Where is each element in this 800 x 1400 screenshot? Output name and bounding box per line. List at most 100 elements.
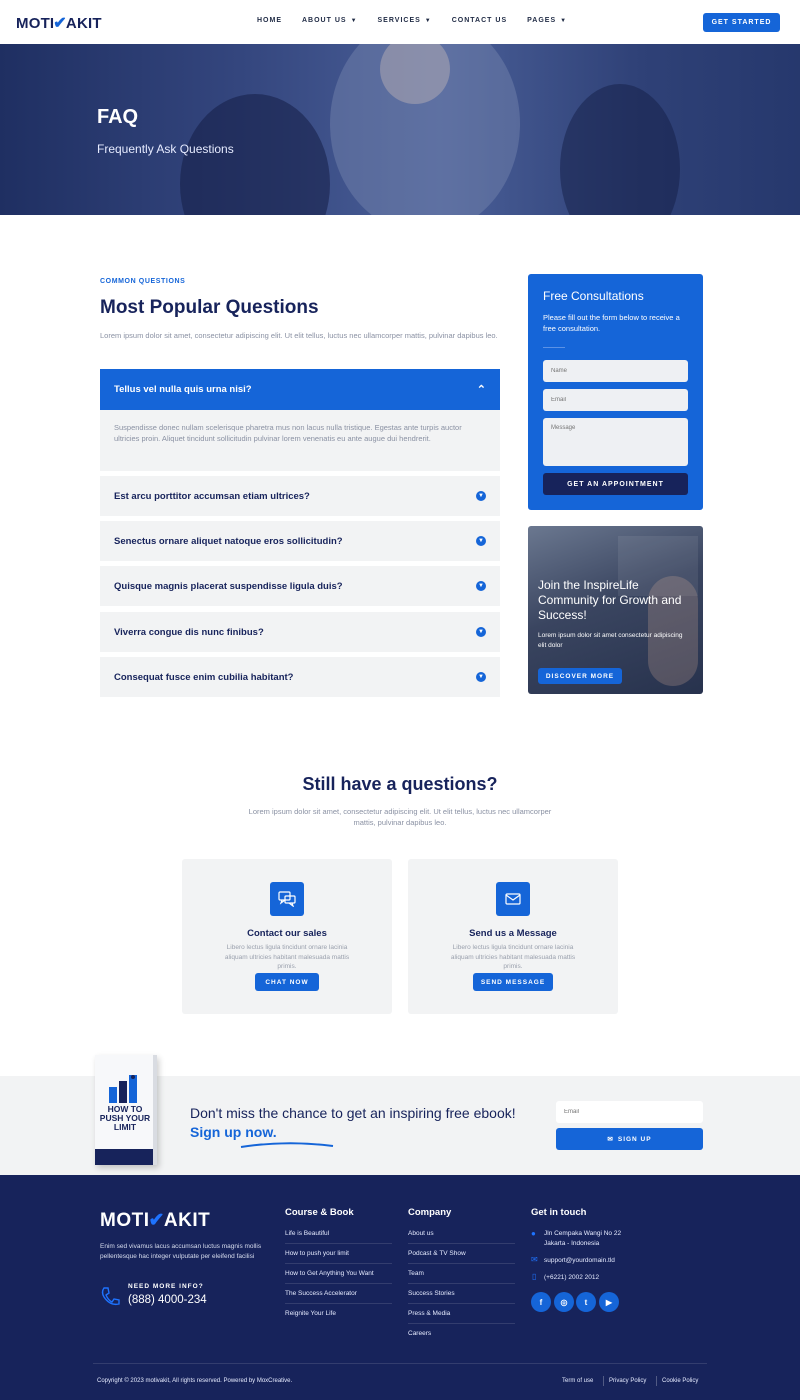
menu-item-services[interactable]: SERVICES ▼	[378, 17, 432, 24]
footer-link[interactable]: Team	[408, 1270, 424, 1277]
chevron-down-icon: ▼	[476, 581, 486, 591]
twitter-icon[interactable]: t	[576, 1292, 596, 1312]
message-field[interactable]	[543, 418, 688, 466]
community-card: Join the InspireLife Community for Growt…	[528, 526, 703, 694]
address-line-2: Jakarta - Indonesia	[544, 1239, 600, 1247]
footer-link[interactable]: The Success Accelerator	[285, 1290, 357, 1297]
hero-title: FAQ	[97, 106, 139, 128]
logo-text-left: MOTI	[16, 14, 55, 32]
faq-question: Est arcu porttitor accumsan etiam ultric…	[114, 490, 310, 502]
menu-item-about[interactable]: ABOUT US ▼	[302, 17, 358, 24]
footer-link[interactable]: Life is Beautiful	[285, 1230, 329, 1237]
footer-link[interactable]: Success Stories	[408, 1290, 455, 1297]
divider	[285, 1303, 392, 1304]
main-menu: HOME ABOUT US ▼ SERVICES ▼ CONTACT US PAGE…	[257, 17, 587, 24]
consultation-title: Free Consultations	[543, 289, 644, 303]
divider	[656, 1376, 657, 1386]
footer-touch-title: Get in touch	[531, 1207, 587, 1218]
menu-item-home[interactable]: HOME	[257, 17, 282, 24]
menu-label-about: ABOUT US	[302, 17, 347, 24]
ebook-footer-band	[95, 1149, 153, 1165]
faq-item[interactable]: Viverra congue dis nunc finibus? ▼	[100, 612, 500, 652]
contact-card-title: Send us a Message	[469, 928, 557, 939]
mail-icon	[496, 882, 530, 916]
divider	[408, 1283, 515, 1284]
footer-link[interactable]: How to push your limit	[285, 1250, 349, 1257]
chevron-down-icon: ▼	[560, 17, 568, 24]
contact-card-description: Libero lectus ligula tincidunt ornare la…	[450, 944, 576, 970]
divider	[603, 1376, 604, 1386]
location-pin-icon: ●	[531, 1229, 536, 1238]
logo-text-left: MOTI	[100, 1209, 150, 1231]
name-field[interactable]	[543, 360, 688, 382]
menu-label-pages: PAGES	[527, 17, 557, 24]
email-field[interactable]	[543, 389, 688, 411]
faq-item-open[interactable]: Tellus vel nulla quis urna nisi? ⌃	[100, 369, 500, 410]
footer-address: Jln Cempaka Wangi No 22 Jakarta - Indone…	[544, 1229, 621, 1248]
faq-question: Viverra congue dis nunc finibus?	[114, 626, 264, 638]
terms-link[interactable]: Term of use	[562, 1378, 593, 1384]
send-message-button[interactable]: SEND MESSAGE	[473, 973, 553, 991]
youtube-icon[interactable]: ▶	[599, 1292, 619, 1312]
brand-logo[interactable]: MOTI ✔ AKIT	[16, 13, 102, 33]
chevron-down-icon: ▼	[476, 672, 486, 682]
logo-text-right: AKIT	[163, 1209, 211, 1231]
climber-illustration	[109, 1075, 137, 1103]
send-message-card: Send us a Message Libero lectus ligula t…	[408, 859, 618, 1014]
logo-text-right: AKIT	[65, 14, 102, 32]
get-started-button[interactable]: GET STARTED	[703, 13, 780, 32]
menu-item-contact[interactable]: CONTACT US	[452, 17, 507, 24]
footer-link[interactable]: Reignite Your Life	[285, 1310, 336, 1317]
menu-item-pages[interactable]: PAGES ▼	[527, 17, 567, 24]
faq-item[interactable]: Quisque magnis placerat suspendisse ligu…	[100, 566, 500, 606]
faq-eyebrow: COMMON QUESTIONS	[100, 278, 186, 285]
footer-tel[interactable]: (+6221) 2002 2012	[544, 1273, 599, 1283]
footer-link[interactable]: Careers	[408, 1330, 431, 1337]
footer-email[interactable]: support@yourdomain.tld	[544, 1256, 615, 1266]
divider	[408, 1243, 515, 1244]
faq-title: Most Popular Questions	[100, 297, 319, 318]
ebook-title: HOW TO PUSH YOUR LIMIT	[99, 1104, 151, 1132]
divider	[543, 347, 565, 348]
newsletter-email-input[interactable]	[556, 1101, 703, 1123]
highlight-underline	[240, 1142, 334, 1148]
menu-label-contact: CONTACT US	[451, 17, 508, 24]
faq-question: Tellus vel nulla quis urna nisi?	[114, 384, 252, 395]
hero-subtitle: Frequently Ask Questions	[97, 142, 234, 156]
envelope-icon: ✉	[607, 1136, 614, 1143]
chat-icon	[270, 882, 304, 916]
discover-more-button[interactable]: DISCOVER MORE	[538, 668, 622, 684]
chevron-up-icon: ⌃	[476, 384, 486, 396]
chat-now-button[interactable]: CHAT NOW	[255, 973, 319, 991]
footer-phone[interactable]: (888) 4000-234	[128, 1294, 207, 1306]
chevron-down-icon: ▼	[476, 491, 486, 501]
footer-link[interactable]: How to Get Anything You Want	[285, 1270, 374, 1277]
faq-answer: Suspendisse donec nullam scelerisque pha…	[100, 410, 500, 471]
instagram-icon[interactable]: ◎	[554, 1292, 574, 1312]
faq-item[interactable]: Consequat fusce enim cubilia habitant? ▼	[100, 657, 500, 697]
need-info-label: NEED MORE INFO?	[128, 1283, 204, 1290]
faq-item[interactable]: Est arcu porttitor accumsan etiam ultric…	[100, 476, 500, 516]
faq-question: Quisque magnis placerat suspendisse ligu…	[114, 580, 343, 592]
footer-logo[interactable]: MOTI ✔ AKIT	[100, 1209, 210, 1232]
sign-up-button[interactable]: ✉ SIGN UP	[556, 1128, 703, 1150]
facebook-icon[interactable]: f	[531, 1292, 551, 1312]
privacy-link[interactable]: Privacy Policy	[609, 1378, 646, 1384]
copyright-text: Copyright © 2023 motivakit, All rights r…	[97, 1378, 293, 1384]
address-line-1: Jln Cempaka Wangi No 22	[544, 1230, 622, 1237]
divider	[285, 1283, 392, 1284]
faq-item[interactable]: Senectus ornare aliquet natoque eros sol…	[100, 521, 500, 561]
footer-link[interactable]: About us	[408, 1230, 434, 1237]
get-appointment-button[interactable]: GET AN APPOINTMENT	[543, 473, 688, 495]
footer-link[interactable]: Podcast & TV Show	[408, 1250, 466, 1257]
consultation-description: Please fill out the form below to receiv…	[543, 313, 680, 333]
divider	[408, 1263, 515, 1264]
divider	[408, 1323, 515, 1324]
footer-link[interactable]: Press & Media	[408, 1310, 450, 1317]
cookie-link[interactable]: Cookie Policy	[662, 1378, 698, 1384]
faq-description: Lorem ipsum dolor sit amet, consectetur …	[100, 331, 498, 340]
logo-check-icon: ✔	[53, 15, 67, 32]
phone-icon	[101, 1287, 120, 1306]
chevron-down-icon: ▼	[424, 17, 432, 24]
faq-question: Consequat fusce enim cubilia habitant?	[114, 671, 294, 683]
